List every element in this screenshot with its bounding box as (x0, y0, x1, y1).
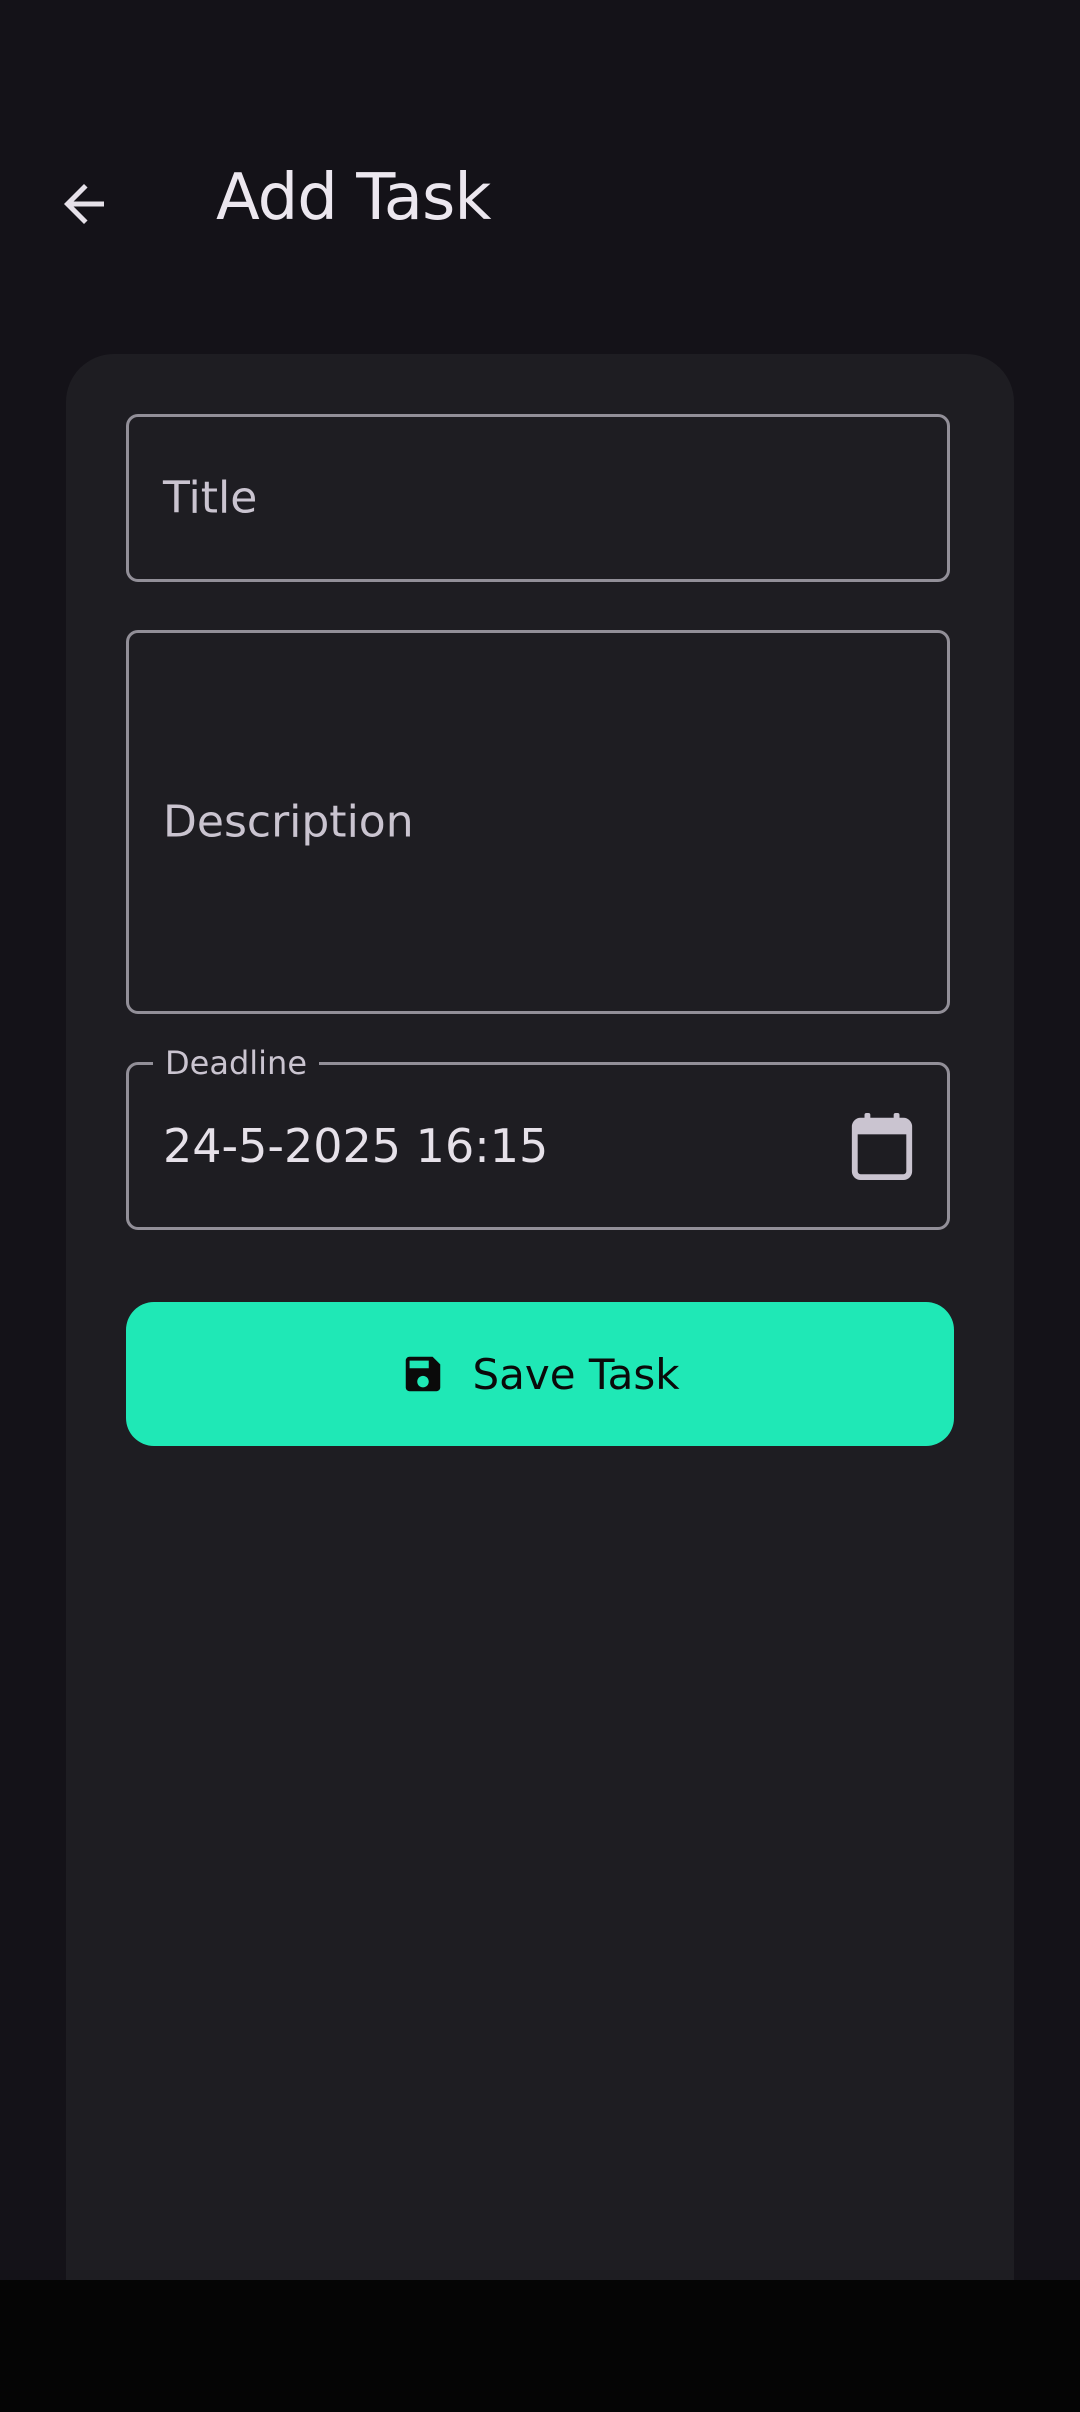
title-placeholder: Title (163, 472, 258, 524)
page-title: Add Task (216, 161, 491, 235)
deadline-field[interactable]: Deadline 24-5-2025 16:15 (126, 1043, 950, 1230)
save-task-label: Save Task (472, 1349, 680, 1399)
deadline-value: 24-5-2025 16:15 (163, 1119, 549, 1173)
description-placeholder: Description (163, 796, 414, 848)
floppy-disk-icon (406, 1356, 441, 1392)
calendar-button[interactable] (847, 1111, 917, 1181)
task-form-card: Title Description Deadline 24-5-2025 16:… (66, 354, 1014, 2344)
arrow-back-icon (64, 184, 104, 224)
deadline-label: Deadline (153, 1043, 319, 1083)
description-field[interactable]: Description (126, 630, 950, 1014)
save-task-button[interactable]: Save Task (126, 1302, 954, 1446)
system-navigation-bar (0, 2280, 1080, 2412)
title-field[interactable]: Title (126, 414, 950, 582)
app-bar: Add Task (0, 120, 1080, 280)
back-button[interactable] (40, 160, 128, 248)
calendar-icon (851, 1112, 913, 1181)
